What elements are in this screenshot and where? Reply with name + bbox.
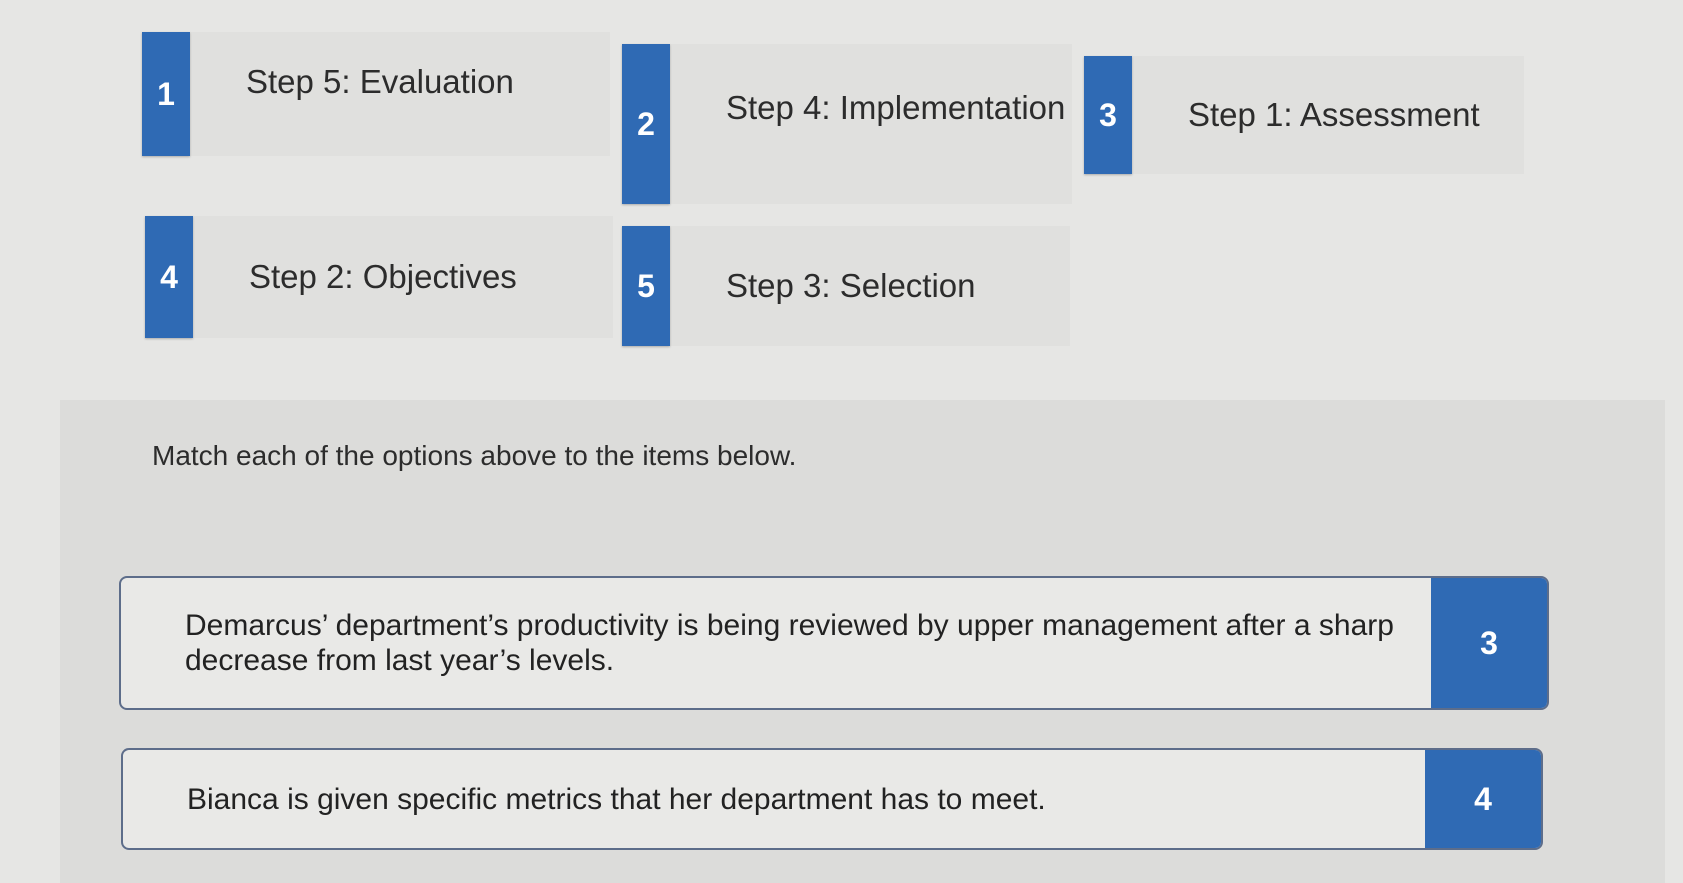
option-card-5[interactable]: 5 Step 3: Selection	[622, 226, 1070, 346]
match-item-text: Demarcus’ department’s productivity is b…	[185, 609, 1394, 677]
option-card-1[interactable]: 1 Step 5: Evaluation	[142, 32, 610, 156]
option-number-badge: 4	[145, 216, 193, 338]
option-number-badge: 3	[1084, 56, 1132, 174]
option-card-2[interactable]: 2 Step 4: Implementation	[622, 44, 1072, 204]
match-item-text: Bianca is given specific metrics that he…	[187, 782, 1046, 816]
option-number-badge: 1	[142, 32, 190, 156]
match-answer-slot[interactable]: 3	[1431, 578, 1547, 708]
option-card-4[interactable]: 4 Step 2: Objectives	[145, 216, 613, 338]
option-label: Step 3: Selection	[726, 267, 976, 304]
instructions-text: Match each of the options above to the i…	[152, 440, 797, 471]
option-label: Step 1: Assessment	[1188, 96, 1480, 133]
match-item-2[interactable]: Bianca is given specific metrics that he…	[121, 748, 1543, 850]
option-number-badge: 5	[622, 226, 670, 346]
option-label: Step 5: Evaluation	[246, 63, 514, 100]
match-item-1[interactable]: Demarcus’ department’s productivity is b…	[119, 576, 1549, 710]
option-number-badge: 2	[622, 44, 670, 204]
option-label: Step 2: Objectives	[249, 258, 517, 295]
option-card-3[interactable]: 3 Step 1: Assessment	[1084, 56, 1524, 174]
match-answer-slot[interactable]: 4	[1425, 750, 1541, 848]
option-label: Step 4: Implementation	[726, 89, 1066, 126]
